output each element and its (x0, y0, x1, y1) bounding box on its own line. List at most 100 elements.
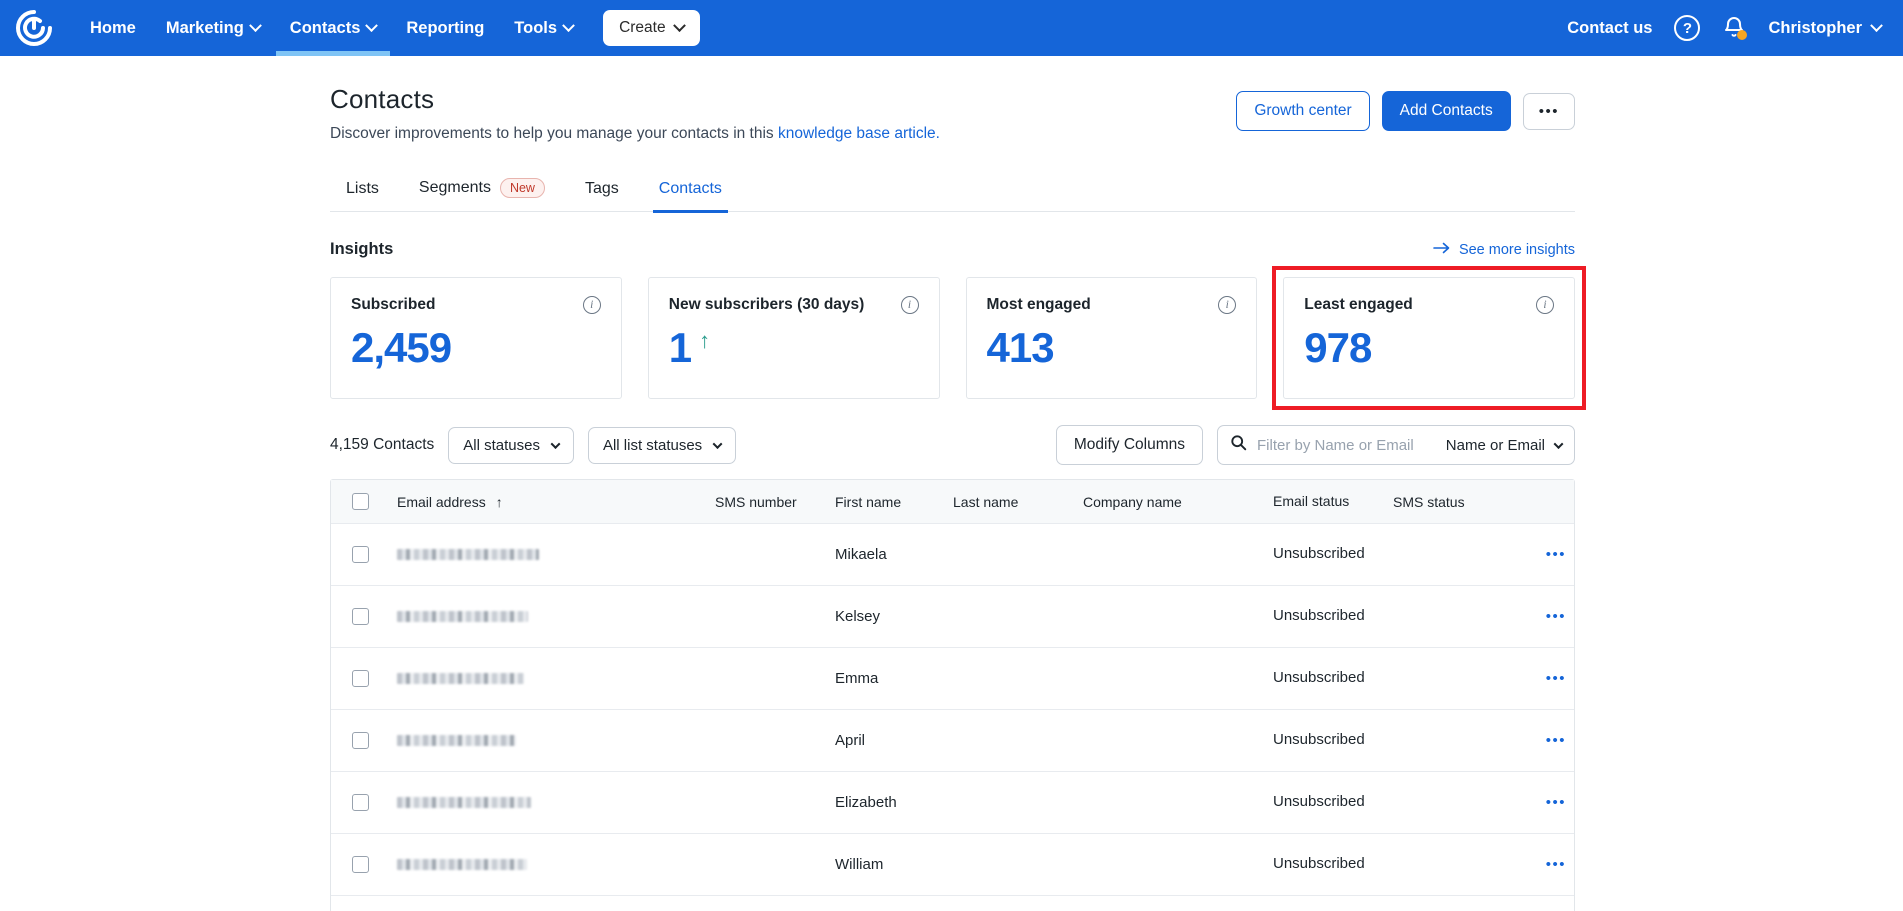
see-more-insights-link[interactable]: See more insights (1433, 242, 1575, 258)
insight-card-wrapper-subscribed: Subscribed i 2,459 (330, 277, 622, 399)
column-header-company-name[interactable]: Company name (1075, 494, 1265, 510)
contact-us-link[interactable]: Contact us (1567, 19, 1652, 38)
table-row[interactable]: Courtney Subscribed • Implied ••• (331, 896, 1574, 911)
table-row[interactable]: Mikaela Unsubscribed ••• (331, 524, 1574, 586)
insight-card-value-row: 1 ↑ (669, 324, 919, 372)
cell-email-address (389, 797, 707, 808)
nav-item-contacts[interactable]: Contacts (276, 0, 391, 56)
constant-contact-logo[interactable] (14, 8, 54, 48)
create-button[interactable]: Create (603, 10, 700, 46)
tab-label: Tags (585, 180, 619, 198)
modify-columns-button[interactable]: Modify Columns (1056, 425, 1203, 465)
column-header-email-address[interactable]: Email address ↑ (389, 494, 707, 510)
info-icon[interactable]: i (901, 296, 919, 314)
row-checkbox[interactable] (352, 732, 369, 749)
knowledge-base-link[interactable]: knowledge base article. (778, 125, 940, 142)
column-header-sms-number[interactable]: SMS number (707, 494, 827, 510)
help-icon[interactable]: ? (1674, 15, 1700, 41)
chevron-down-icon (562, 19, 575, 32)
status-filter-dropdown[interactable]: All statuses (448, 427, 574, 464)
search-icon (1230, 434, 1247, 456)
redacted-email-text (397, 549, 539, 560)
contacts-toolbar-right: Modify Columns Name or Email (1056, 425, 1575, 465)
notifications-bell-icon[interactable] (1722, 15, 1746, 41)
row-checkbox[interactable] (352, 608, 369, 625)
table-row[interactable]: Elizabeth Unsubscribed ••• (331, 772, 1574, 834)
insight-card-wrapper-most-engaged: Most engaged i 413 (966, 277, 1258, 399)
see-more-insights-label: See more insights (1459, 242, 1575, 258)
column-header-sms-status[interactable]: SMS status (1385, 494, 1514, 510)
page-subtitle: Discover improvements to help you manage… (330, 125, 940, 143)
user-menu-label: Christopher (1768, 19, 1862, 38)
column-header-last-name[interactable]: Last name (945, 494, 1075, 510)
select-all-checkbox[interactable] (352, 493, 369, 510)
info-icon[interactable]: i (1218, 296, 1236, 314)
sort-ascending-icon: ↑ (496, 494, 503, 510)
select-all-checkbox-cell (331, 493, 389, 510)
add-contacts-button[interactable]: Add Contacts (1382, 91, 1511, 131)
row-actions-menu[interactable]: ••• (1514, 794, 1574, 811)
contacts-count: 4,159 Contacts (330, 436, 434, 454)
insight-card-most-engaged[interactable]: Most engaged i 413 (966, 277, 1258, 399)
insight-card-subscribed[interactable]: Subscribed i 2,459 (330, 277, 622, 399)
row-checkbox[interactable] (352, 856, 369, 873)
cell-first-name: Elizabeth (827, 794, 945, 811)
tab-segments[interactable]: Segments New (403, 169, 561, 211)
insight-card-value: 1 (669, 324, 691, 372)
cell-email-address (389, 673, 707, 684)
new-badge: New (500, 178, 545, 198)
insight-card-value-row: 413 (987, 324, 1237, 372)
insight-card-wrapper-new-subscribers: New subscribers (30 days) i 1 ↑ (648, 277, 940, 399)
growth-center-button[interactable]: Growth center (1236, 91, 1369, 131)
insight-card-value: 413 (987, 324, 1054, 372)
table-row[interactable]: Emma Unsubscribed ••• (331, 648, 1574, 710)
info-icon[interactable]: i (583, 296, 601, 314)
table-row[interactable]: April Unsubscribed ••• (331, 710, 1574, 772)
nav-item-label: Home (90, 19, 136, 38)
table-row[interactable]: William Unsubscribed ••• (331, 834, 1574, 896)
tab-contacts[interactable]: Contacts (643, 171, 738, 211)
row-checkbox[interactable] (352, 546, 369, 563)
insight-card-label: Subscribed (351, 296, 435, 314)
insight-card-new-subscribers[interactable]: New subscribers (30 days) i 1 ↑ (648, 277, 940, 399)
cell-email-status: Unsubscribed (1265, 730, 1385, 750)
create-button-label: Create (619, 19, 666, 37)
search-scope-dropdown[interactable]: Name or Email (1446, 437, 1562, 454)
chevron-down-icon (1870, 19, 1883, 32)
column-header-email-status[interactable]: Email status (1265, 492, 1385, 511)
list-status-filter-dropdown[interactable]: All list statuses (588, 427, 736, 464)
more-options-button[interactable]: ••• (1523, 93, 1575, 130)
secondary-nav-items: Contact us ? Christopher (1567, 15, 1881, 41)
nav-item-label: Reporting (406, 19, 484, 38)
nav-item-home[interactable]: Home (76, 0, 150, 56)
tab-lists[interactable]: Lists (330, 171, 395, 211)
insight-card-top: Least engaged i (1304, 296, 1554, 314)
table-row[interactable]: Kelsey Unsubscribed ••• (331, 586, 1574, 648)
nav-item-reporting[interactable]: Reporting (392, 0, 498, 56)
tab-tags[interactable]: Tags (569, 171, 635, 211)
insight-card-least-engaged[interactable]: Least engaged i 978 (1283, 277, 1575, 399)
row-checkbox[interactable] (352, 670, 369, 687)
contacts-toolbar: 4,159 Contacts All statuses All list sta… (330, 425, 1575, 465)
row-actions-menu[interactable]: ••• (1514, 546, 1574, 563)
row-actions-menu[interactable]: ••• (1514, 670, 1574, 687)
row-checkbox-cell (331, 670, 389, 687)
table-header-row: Email address ↑ SMS number First name La… (331, 480, 1574, 524)
insight-card-value: 978 (1304, 324, 1371, 372)
tab-label: Contacts (659, 180, 722, 198)
info-icon[interactable]: i (1536, 296, 1554, 314)
insight-card-label: Most engaged (987, 296, 1091, 314)
row-actions-menu[interactable]: ••• (1514, 856, 1574, 873)
search-input[interactable] (1257, 437, 1436, 454)
row-checkbox[interactable] (352, 794, 369, 811)
content-column: Contacts Discover improvements to help y… (330, 56, 1575, 911)
row-checkbox-cell (331, 856, 389, 873)
nav-item-tools[interactable]: Tools (500, 0, 587, 56)
row-actions-menu[interactable]: ••• (1514, 608, 1574, 625)
redacted-email-text (397, 735, 516, 746)
cell-first-name: William (827, 856, 945, 873)
row-actions-menu[interactable]: ••• (1514, 732, 1574, 749)
column-header-first-name[interactable]: First name (827, 494, 945, 510)
nav-item-marketing[interactable]: Marketing (152, 0, 274, 56)
user-menu[interactable]: Christopher (1768, 19, 1881, 38)
